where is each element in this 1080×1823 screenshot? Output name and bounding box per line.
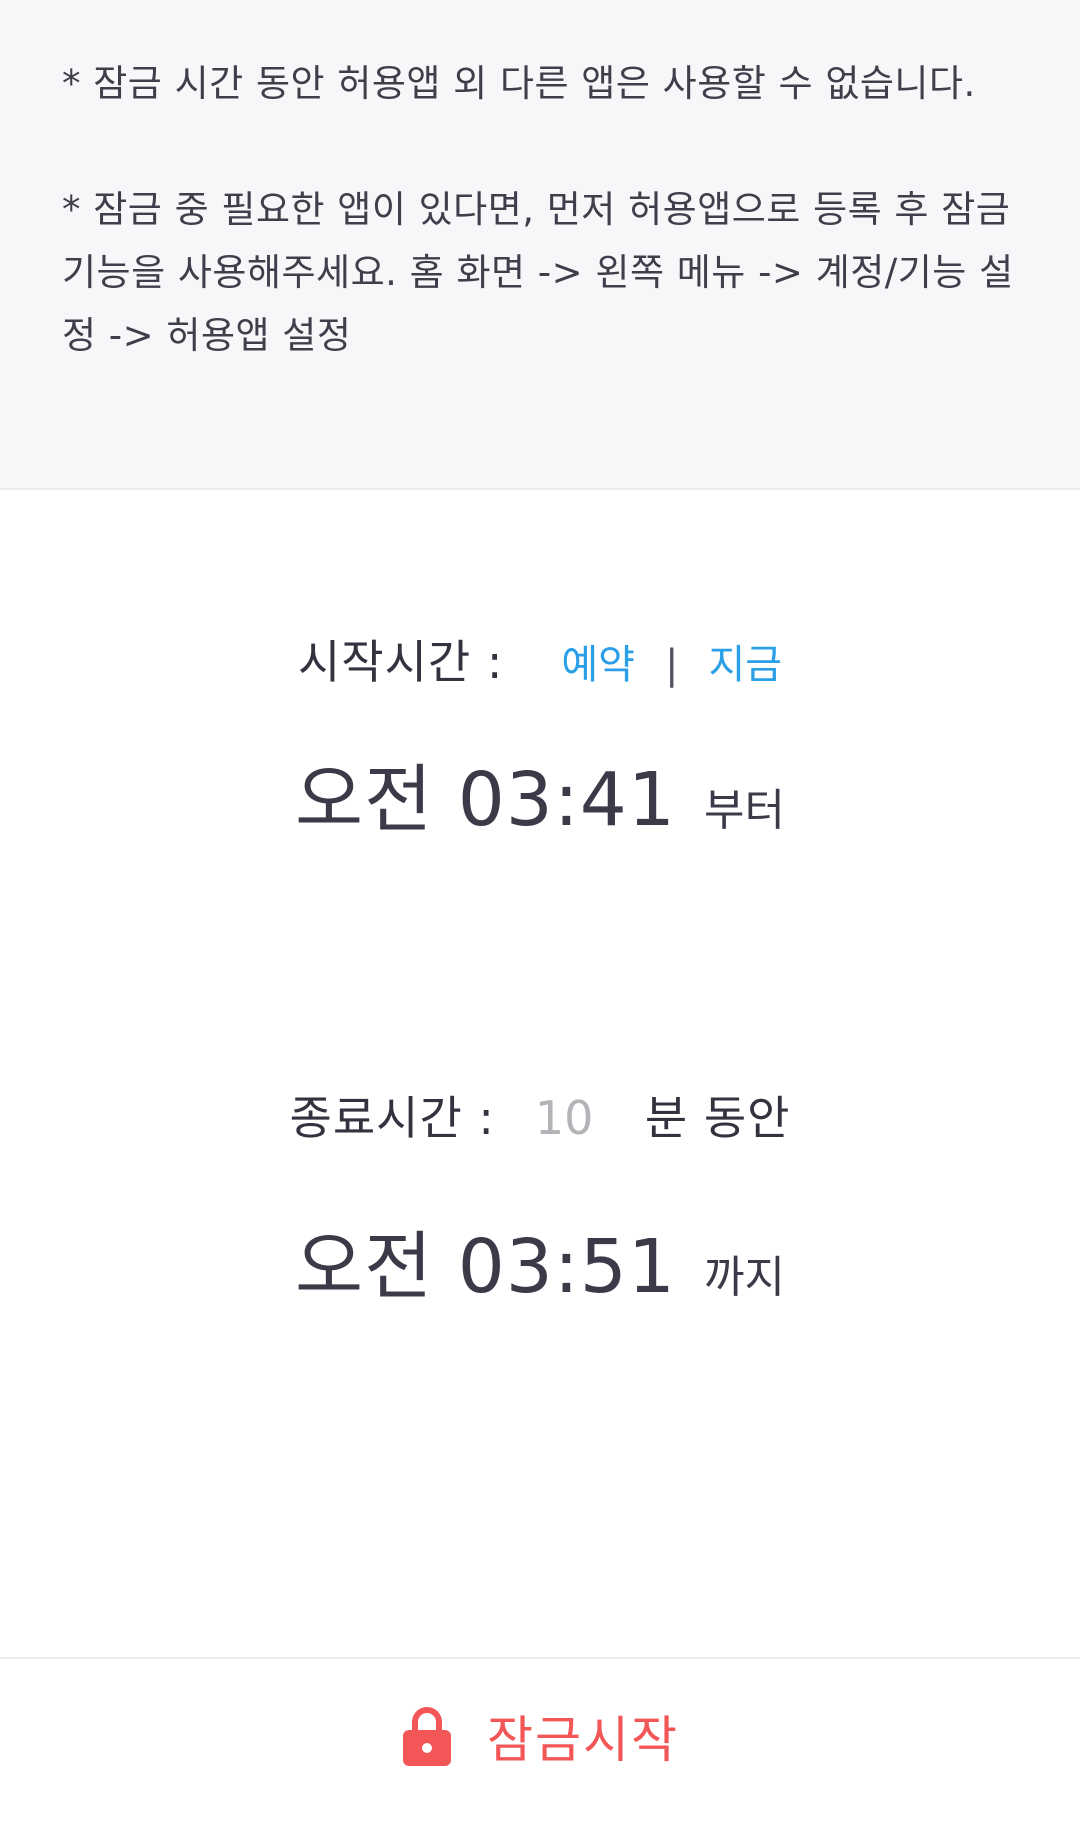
start-time-display[interactable]: 오전 03:41 부터 xyxy=(0,740,1080,847)
duration-minutes-input[interactable]: 10 xyxy=(535,1091,625,1145)
start-lock-label: 잠금시작 xyxy=(487,1711,679,1769)
end-time-selector: 종료시간 : 10 분 동안 xyxy=(0,1082,1080,1148)
end-time-display: 오전 03:51 까지 xyxy=(0,1207,1080,1314)
notice-allowed-apps-guide: * 잠금 중 필요한 앱이 있다면, 먼저 허용앱으로 등록 후 잠금기능을 사… xyxy=(62,188,1014,357)
start-time-selector: 시작시간 : 예약 | 지금 xyxy=(0,626,1080,692)
lock-icon xyxy=(403,1707,451,1766)
end-time-value: 오전 03:51 xyxy=(295,1224,676,1310)
end-time-suffix: 까지 xyxy=(703,1252,785,1303)
start-time-value: 오전 03:41 xyxy=(295,757,676,843)
option-separator: | xyxy=(664,642,679,688)
now-button[interactable]: 지금 xyxy=(708,632,782,690)
duration-suffix: 분 동안 xyxy=(644,1091,791,1145)
end-time-label: 종료시간 : xyxy=(289,1091,495,1145)
notice-panel: * 잠금 시간 동안 허용앱 외 다른 앱은 사용할 수 없습니다. * 잠금 … xyxy=(0,0,1080,490)
notice-lock-restriction: * 잠금 시간 동안 허용앱 외 다른 앱은 사용할 수 없습니다. xyxy=(62,62,976,105)
start-time-suffix: 부터 xyxy=(703,785,785,836)
start-lock-button[interactable]: 잠금시작 xyxy=(0,1657,1080,1823)
start-time-label: 시작시간 : xyxy=(297,635,504,689)
reserve-button[interactable]: 예약 xyxy=(561,632,635,690)
